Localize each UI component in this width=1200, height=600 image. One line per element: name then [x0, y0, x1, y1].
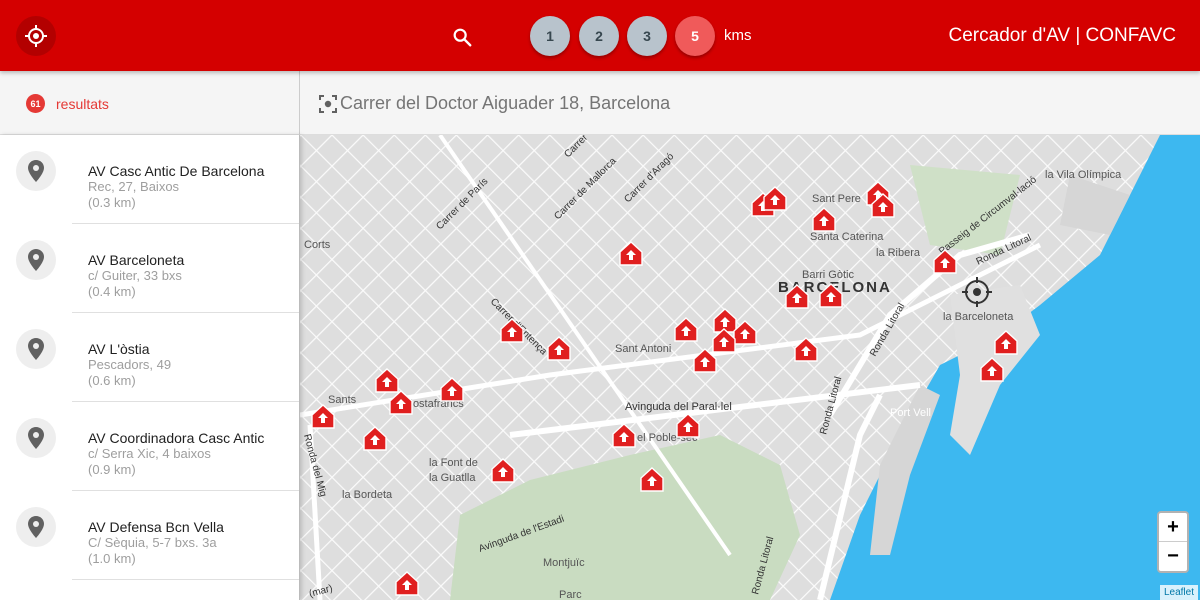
results-list: AV Casc Antic De Barcelona Rec, 27, Baix… — [0, 135, 300, 600]
map-label: la Vila Olímpica — [1045, 169, 1122, 181]
list-item[interactable]: AV L'òstia Pescadors, 49 (0.6 km) — [0, 313, 299, 402]
divider — [72, 579, 299, 580]
map-label: Sants — [328, 394, 357, 406]
place-pin-icon — [16, 151, 56, 191]
results-count-badge: 61 — [26, 94, 45, 113]
zoom-out-button[interactable]: − — [1159, 542, 1187, 571]
map-label: la Guatlla — [429, 472, 476, 484]
km-unit-label: kms — [724, 27, 752, 44]
map-label: Sant Antoni — [615, 343, 671, 355]
item-address: Rec, 27, Baixos — [88, 179, 180, 194]
map-view[interactable]: BARCELONA Sant Pere Santa Caterina la Ri… — [300, 135, 1200, 600]
item-name: AV L'òstia — [88, 341, 150, 357]
map-attribution[interactable]: Leaflet — [1159, 585, 1198, 600]
km-option-3[interactable]: 3 — [627, 16, 667, 56]
item-name: AV Coordinadora Casc Antic — [88, 430, 265, 446]
map-label: la Barceloneta — [943, 311, 1014, 323]
map-label: Avinguda del Paral·lel — [625, 401, 732, 413]
place-pin-icon — [16, 240, 56, 280]
map-label: Santa Caterina — [810, 231, 884, 243]
item-distance: (1.0 km) — [88, 551, 136, 566]
list-item[interactable]: AV Casc Antic De Barcelona Rec, 27, Baix… — [0, 135, 299, 224]
km-option-1[interactable]: 1 — [530, 16, 570, 56]
search-icon — [453, 28, 472, 47]
search-button[interactable] — [449, 24, 475, 50]
place-pin-icon — [16, 418, 56, 458]
item-address: c/ Guiter, 33 bxs — [88, 268, 182, 283]
km-option-2[interactable]: 2 — [579, 16, 619, 56]
map-label: la Ribera — [876, 247, 921, 259]
map-label: Corts — [304, 239, 331, 251]
results-header — [0, 71, 300, 135]
list-item[interactable]: AV Barceloneta c/ Guiter, 33 bxs (0.4 km… — [0, 224, 299, 313]
crosshair-icon — [25, 25, 47, 47]
item-distance: (0.4 km) — [88, 284, 136, 299]
item-name: AV Barceloneta — [88, 252, 185, 268]
map-label: la Bordeta — [342, 489, 393, 501]
zoom-in-button[interactable]: + — [1159, 513, 1187, 542]
km-option-5[interactable]: 5 — [675, 16, 715, 56]
results-label: resultats — [56, 96, 109, 112]
map-label: Montjuïc — [543, 557, 585, 569]
item-distance: (0.9 km) — [88, 462, 136, 477]
map-canvas[interactable]: BARCELONA Sant Pere Santa Caterina la Ri… — [300, 135, 1200, 600]
zoom-control: + − — [1157, 511, 1189, 573]
map-label: la Font de — [429, 457, 478, 469]
list-item[interactable]: AV Defensa Bcn Vella C/ Sèquia, 5-7 bxs.… — [0, 491, 299, 580]
map-label: Sant Pere — [812, 193, 861, 205]
item-distance: (0.3 km) — [88, 195, 136, 210]
list-item[interactable]: AV Coordinadora Casc Antic c/ Serra Xic,… — [0, 402, 299, 491]
app-title: Cercador d'AV | CONFAVC — [948, 25, 1176, 46]
place-pin-icon — [16, 507, 56, 547]
item-address: C/ Sèquia, 5-7 bxs. 3a — [88, 535, 217, 550]
item-name: AV Casc Antic De Barcelona — [88, 163, 265, 179]
map-label: Parc — [559, 589, 582, 600]
map-label: Barri Gòtic — [802, 269, 854, 281]
locate-button[interactable] — [16, 16, 56, 56]
current-address: Carrer del Doctor Aiguader 18, Barcelona — [340, 93, 671, 113]
focus-frame-icon — [319, 95, 337, 113]
map-label: Port Vell — [890, 407, 931, 419]
top-app-bar: 1 2 3 5 kms Cercador d'AV | CONFAVC — [0, 0, 1200, 71]
item-distance: (0.6 km) — [88, 373, 136, 388]
item-address: Pescadors, 49 — [88, 357, 172, 372]
item-name: AV Defensa Bcn Vella — [88, 519, 224, 535]
item-address: c/ Serra Xic, 4 baixos — [88, 446, 211, 461]
place-pin-icon — [16, 329, 56, 369]
